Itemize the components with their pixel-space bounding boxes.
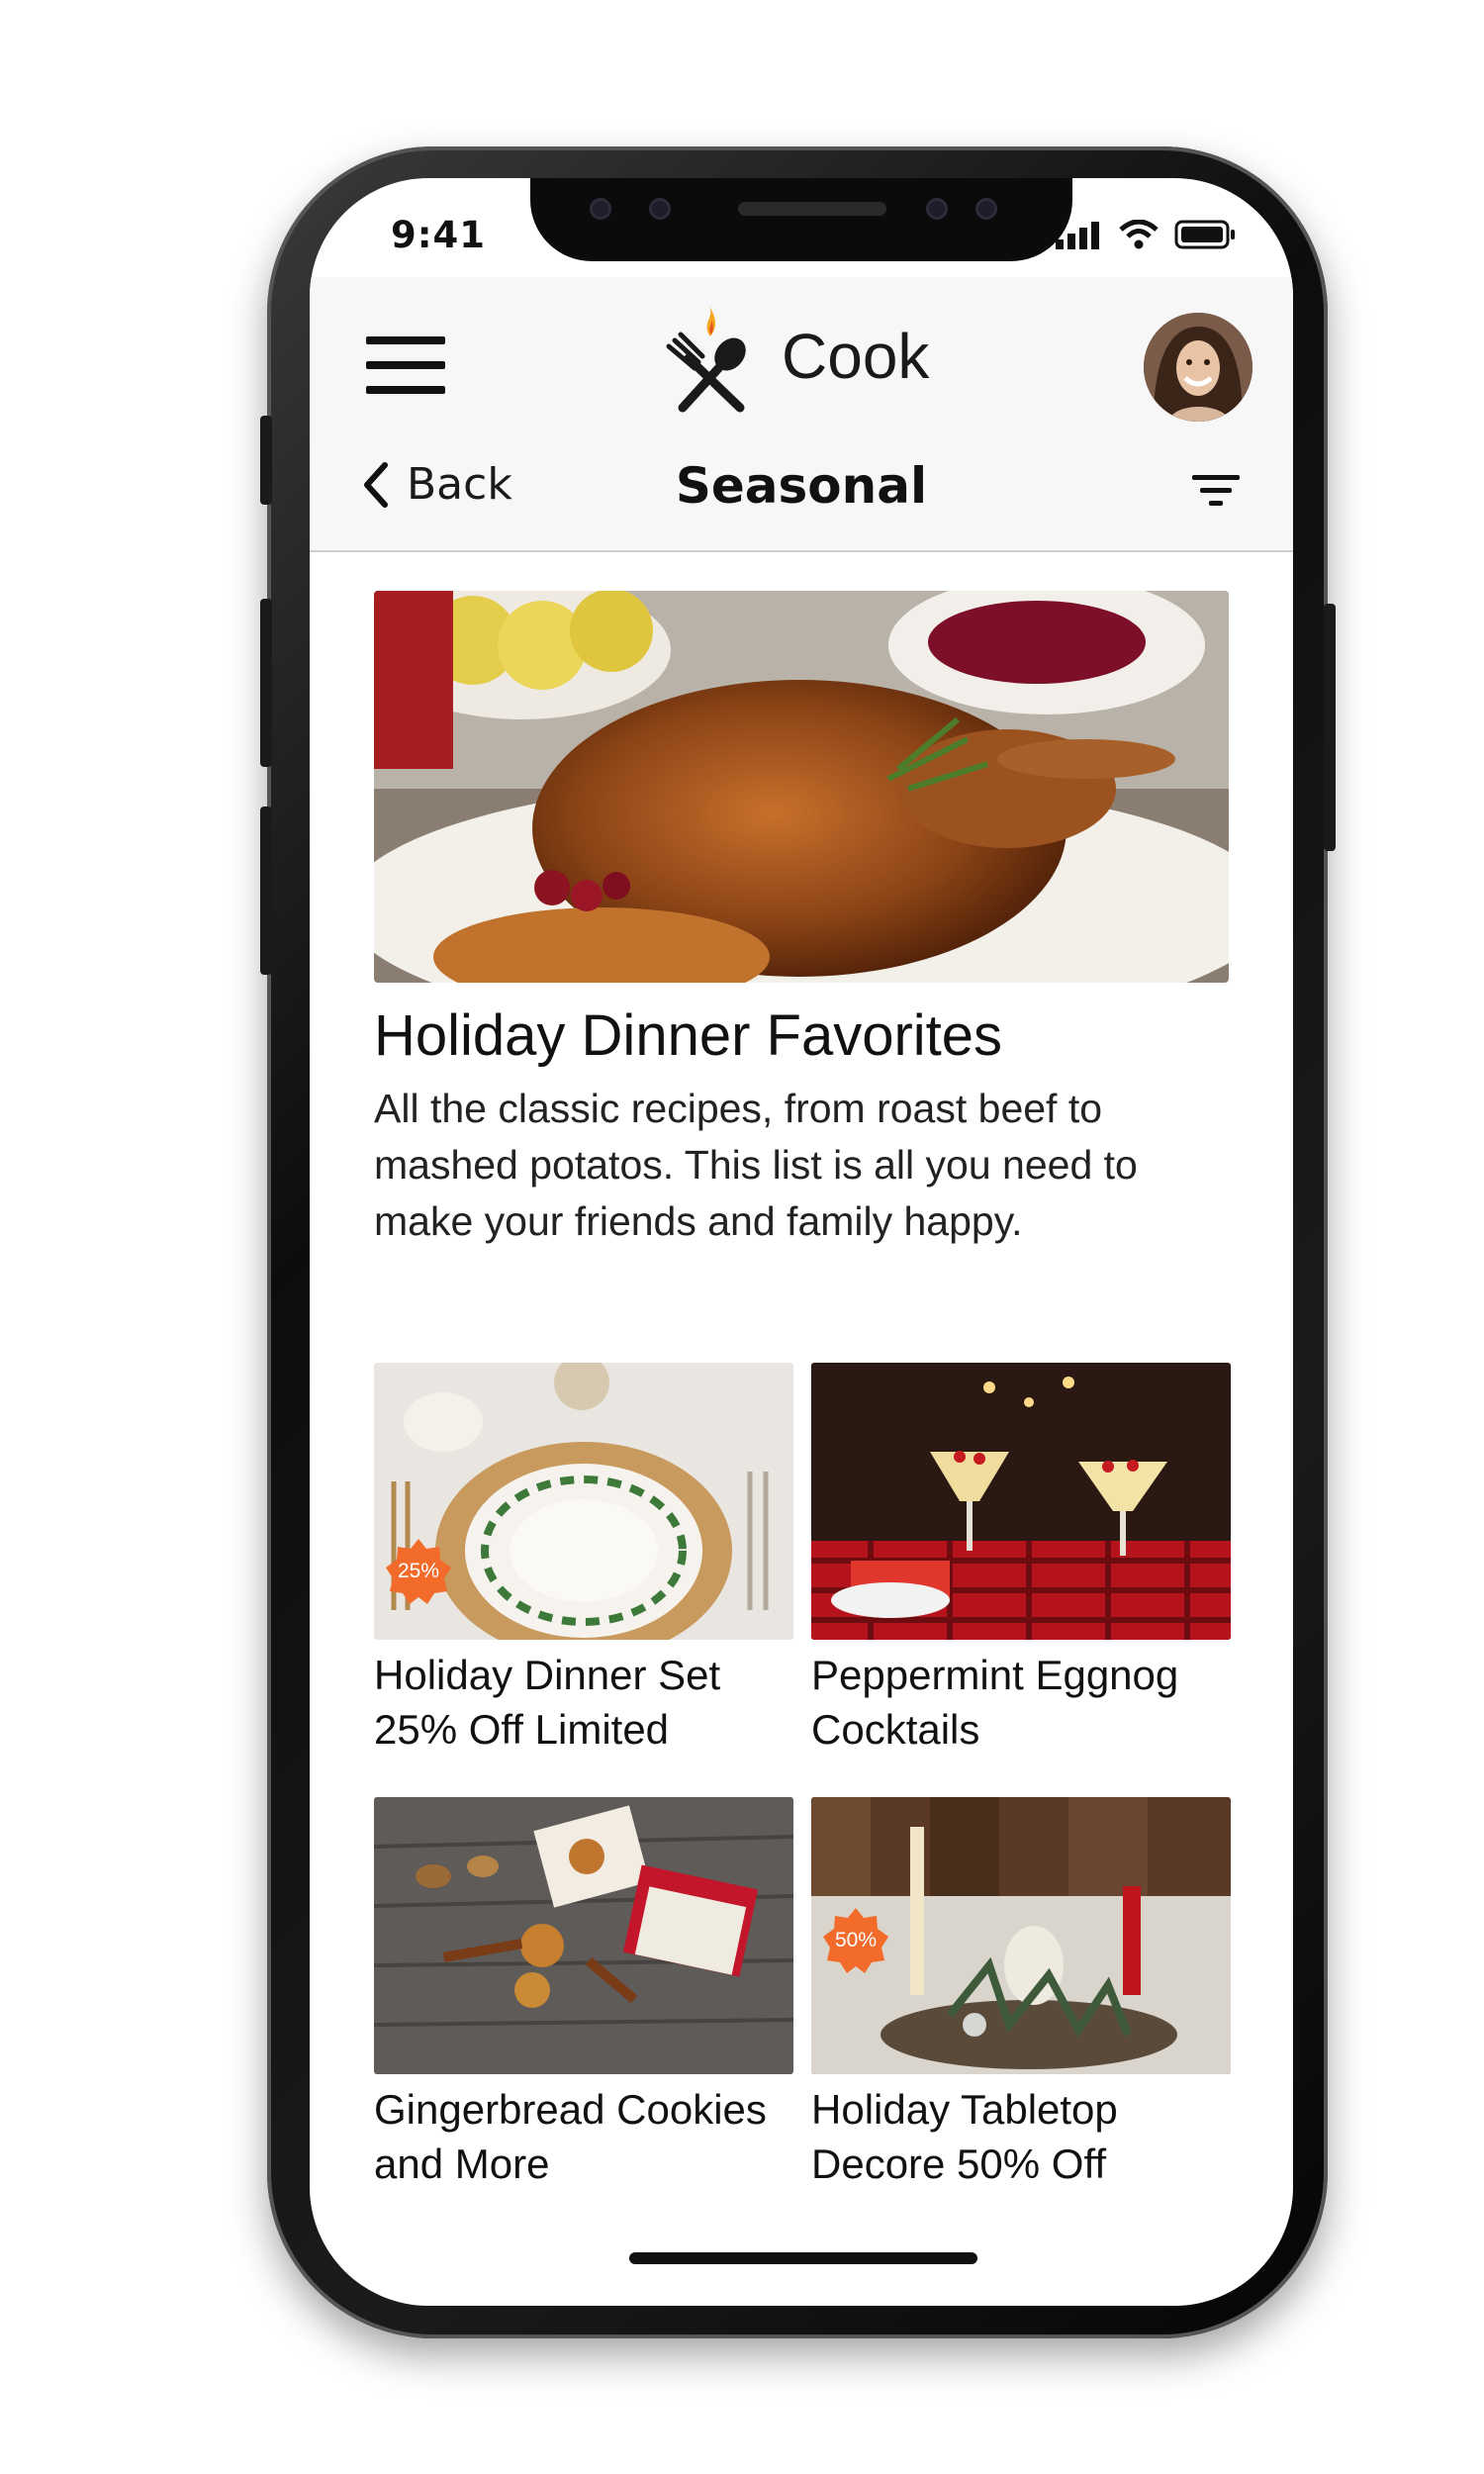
discount-badge: 25% bbox=[386, 1539, 451, 1604]
brand-name: Cook bbox=[782, 321, 930, 392]
sub-header: Back Seasonal bbox=[310, 426, 1293, 552]
eggnog-cocktails-photo bbox=[811, 1363, 1231, 1640]
status-icons bbox=[1056, 220, 1236, 249]
card-image bbox=[374, 1797, 793, 2074]
filter-button[interactable] bbox=[1190, 473, 1242, 509]
discount-badge: 50% bbox=[823, 1908, 888, 1973]
recipe-card[interactable]: 50% Holiday Tabletop Decore 50% Off bbox=[811, 1797, 1231, 2191]
hamburger-icon-bar bbox=[366, 386, 445, 394]
status-time: 9:41 bbox=[391, 214, 487, 256]
earpiece-speaker bbox=[738, 202, 886, 216]
hamburger-icon-bar bbox=[366, 361, 445, 369]
app-header: Cook bbox=[310, 277, 1293, 426]
sensor bbox=[926, 198, 948, 220]
avatar-photo bbox=[1144, 313, 1252, 422]
sensor bbox=[649, 198, 671, 220]
home-indicator[interactable] bbox=[629, 2252, 977, 2264]
menu-button[interactable] bbox=[366, 336, 445, 394]
recipe-card[interactable]: 25% Holiday Dinner Set 25% Off Limited bbox=[374, 1363, 793, 1757]
card-title: Peppermint Eggnog Cocktails bbox=[811, 1652, 1179, 1753]
hero-description: All the classic recipes, from roast beef… bbox=[374, 1086, 1138, 1244]
card-title: Gingerbread Cookies and More bbox=[374, 2086, 767, 2187]
page-title: Seasonal bbox=[675, 457, 928, 515]
volume-up-button bbox=[260, 599, 272, 767]
hero-title[interactable]: Holiday Dinner Favorites bbox=[374, 1002, 1002, 1069]
fork-spoon-flame-icon bbox=[666, 305, 746, 413]
card-image bbox=[811, 1363, 1231, 1640]
brand-logo: Cook bbox=[661, 297, 929, 416]
hero-image[interactable] bbox=[374, 591, 1229, 983]
avatar[interactable] bbox=[1144, 313, 1252, 422]
gingerbread-photo bbox=[374, 1797, 793, 2074]
silent-switch bbox=[260, 416, 272, 505]
card-image: 25% bbox=[374, 1363, 793, 1640]
card-title: Holiday Dinner Set 25% Off Limited bbox=[374, 1652, 721, 1753]
hamburger-icon-bar bbox=[366, 336, 445, 344]
card-title: Holiday Tabletop Decore 50% Off bbox=[811, 2086, 1118, 2187]
screen: 9:41 Cook Back Seasonal Holiday Dinner F… bbox=[310, 178, 1293, 2306]
power-button bbox=[1324, 604, 1336, 851]
recipe-card[interactable]: Gingerbread Cookies and More bbox=[374, 1797, 793, 2191]
battery-icon bbox=[1174, 220, 1235, 249]
roast-turkey-photo bbox=[374, 591, 1229, 983]
front-camera bbox=[975, 198, 997, 220]
notch bbox=[530, 178, 1072, 261]
card-image: 50% bbox=[811, 1797, 1231, 2074]
sensor bbox=[590, 198, 611, 220]
wifi-icon bbox=[1119, 220, 1159, 249]
recipe-card[interactable]: Peppermint Eggnog Cocktails bbox=[811, 1363, 1231, 1757]
filter-icon bbox=[1192, 475, 1240, 506]
volume-down-button bbox=[260, 807, 272, 975]
